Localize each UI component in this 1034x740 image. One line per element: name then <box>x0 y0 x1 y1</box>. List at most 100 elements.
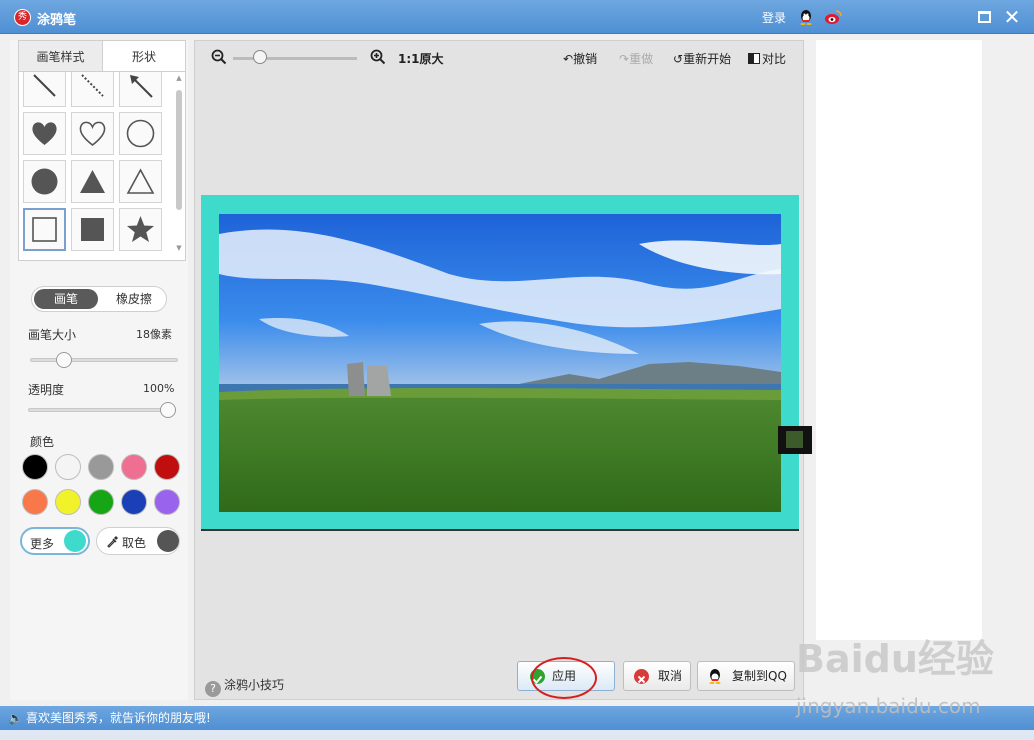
color-swatch[interactable] <box>55 454 81 480</box>
opacity-slider[interactable] <box>28 408 176 412</box>
drawn-square-frame[interactable] <box>201 195 799 531</box>
window-bottom-edge <box>0 730 1034 740</box>
filled-triangle-icon <box>80 170 105 193</box>
undo-button[interactable]: ↶撤销 <box>563 50 597 67</box>
cancel-button[interactable]: 取消 <box>623 661 691 691</box>
scroll-down-arrow[interactable]: ▼ <box>174 244 184 252</box>
color-swatch[interactable] <box>22 454 48 480</box>
filled-circle-icon <box>31 168 58 195</box>
scroll-up-arrow[interactable]: ▲ <box>174 74 184 82</box>
color-swatch[interactable] <box>55 489 81 515</box>
tool-tabs: 画笔样式 形状 <box>18 40 186 72</box>
arrow-icon <box>130 75 153 98</box>
qq-penguin-icon <box>709 669 721 684</box>
redo-label: 重做 <box>629 52 654 66</box>
color-swatch[interactable] <box>154 489 180 515</box>
compare-icon <box>748 53 760 64</box>
opacity-slider-knob[interactable] <box>160 402 176 418</box>
line-icon <box>33 74 56 97</box>
eyedropper-button[interactable]: 取色 <box>96 527 180 555</box>
actual-size-button[interactable]: 1:1原大 <box>398 50 444 67</box>
filled-square-icon <box>81 218 104 241</box>
opacity-label: 透明度 <box>28 383 65 397</box>
shape-filled-square[interactable] <box>71 208 114 251</box>
color-swatch[interactable] <box>88 489 114 515</box>
pen-eraser-toggle: 画笔 橡皮擦 <box>31 286 167 312</box>
opacity-value: 100% <box>143 382 175 395</box>
login-link[interactable]: 登录 <box>762 9 786 26</box>
more-colors-button[interactable]: 更多 <box>20 527 90 555</box>
title-bar: 秀 涂鸦笔 登录 ✕ <box>0 0 1034 34</box>
close-window-button[interactable]: ✕ <box>1002 5 1022 29</box>
zoom-in-icon[interactable] <box>370 49 386 65</box>
shape-arrow[interactable] <box>119 72 162 107</box>
outline-heart-icon <box>79 121 106 147</box>
eyedropper-label: 取色 <box>122 536 147 550</box>
color-swatch[interactable] <box>121 454 147 480</box>
side-panel-handle[interactable] <box>778 426 816 454</box>
side-preview-panel <box>816 40 982 640</box>
picked-color-swatch <box>157 530 179 552</box>
color-label: 颜色 <box>30 435 55 449</box>
filled-star-icon <box>127 216 154 242</box>
shape-outline-square[interactable] <box>23 208 66 251</box>
copy-to-qq-label: 复制到QQ <box>732 669 787 683</box>
qq-icon[interactable] <box>798 9 814 25</box>
shape-filled-triangle[interactable] <box>71 160 114 203</box>
shape-outline-heart[interactable] <box>71 112 114 155</box>
cancel-x-icon <box>634 669 649 684</box>
speaker-icon: 🔈 <box>8 711 23 725</box>
help-icon: ? <box>205 681 221 697</box>
tab-shapes[interactable]: 形状 <box>102 40 186 72</box>
restart-button[interactable]: ↺重新开始 <box>673 50 731 67</box>
tab-brush-style[interactable]: 画笔样式 <box>18 40 102 72</box>
compare-label: 对比 <box>762 52 787 66</box>
shape-outline-circle[interactable] <box>119 112 162 155</box>
tool-panel: 画笔样式 形状 ▲ ▼ 画笔 橡皮擦 画笔大小 18像素 透明度 100% 颜色… <box>10 40 188 700</box>
shape-filled-star[interactable] <box>119 208 162 251</box>
color-swatch[interactable] <box>121 489 147 515</box>
maximize-button[interactable] <box>978 11 991 23</box>
doodle-tips-link[interactable]: ? 涂鸦小技巧 <box>205 676 284 697</box>
doodle-tips-label: 涂鸦小技巧 <box>224 678 285 692</box>
window-title: 涂鸦笔 <box>37 13 77 28</box>
outline-square-icon <box>32 217 57 242</box>
cancel-label: 取消 <box>658 669 683 683</box>
main-content: 画笔样式 形状 ▲ ▼ 画笔 橡皮擦 画笔大小 18像素 透明度 100% 颜色… <box>0 34 1034 706</box>
shape-filled-circle[interactable] <box>23 160 66 203</box>
shape-outline-triangle[interactable] <box>119 160 162 203</box>
brush-size-slider-knob[interactable] <box>56 352 73 368</box>
color-swatch[interactable] <box>154 454 180 480</box>
color-swatch[interactable] <box>88 454 114 480</box>
landscape-photo <box>219 214 781 512</box>
zoom-slider-knob[interactable] <box>252 50 267 64</box>
shape-filled-heart[interactable] <box>23 112 66 155</box>
canvas-area: 1:1原大 ↶撤销 ↷重做 ↺重新开始 对比 ? 涂鸦小技巧 应用 取消 复制到… <box>194 40 804 700</box>
zoom-slider[interactable] <box>233 57 357 60</box>
more-colors-label: 更多 <box>30 537 55 551</box>
undo-label: 撤销 <box>573 52 598 66</box>
brush-size-slider[interactable] <box>30 358 178 362</box>
brush-size-label: 画笔大小 <box>28 328 77 342</box>
color-swatch[interactable] <box>22 489 48 515</box>
restart-label: 重新开始 <box>683 52 732 66</box>
compare-button[interactable]: 对比 <box>748 50 786 67</box>
shape-scrollbar-thumb[interactable] <box>176 90 182 210</box>
current-color-swatch <box>64 530 86 552</box>
zoom-out-icon[interactable] <box>211 49 227 65</box>
brush-size-value: 18像素 <box>136 328 172 341</box>
outline-circle-icon <box>126 119 155 148</box>
canvas-toolbar: 1:1原大 ↶撤销 ↷重做 ↺重新开始 对比 <box>195 41 803 75</box>
shape-line[interactable] <box>23 72 66 107</box>
copy-to-qq-button[interactable]: 复制到QQ <box>697 661 795 691</box>
shape-dashed-line[interactable] <box>71 72 114 107</box>
eraser-mode-button[interactable]: 橡皮擦 <box>102 289 166 309</box>
weibo-icon[interactable] <box>824 9 842 25</box>
restart-icon: ↺ <box>673 52 684 66</box>
apply-highlight-annotation <box>531 657 597 699</box>
landscape-image <box>219 214 781 512</box>
pen-mode-button[interactable]: 画笔 <box>34 289 98 309</box>
redo-button[interactable]: ↷重做 <box>619 50 653 67</box>
status-bar: 🔈 喜欢美图秀秀，就告诉你的朋友哦! <box>0 706 1034 730</box>
meitu-app-icon: 秀 <box>14 9 31 26</box>
